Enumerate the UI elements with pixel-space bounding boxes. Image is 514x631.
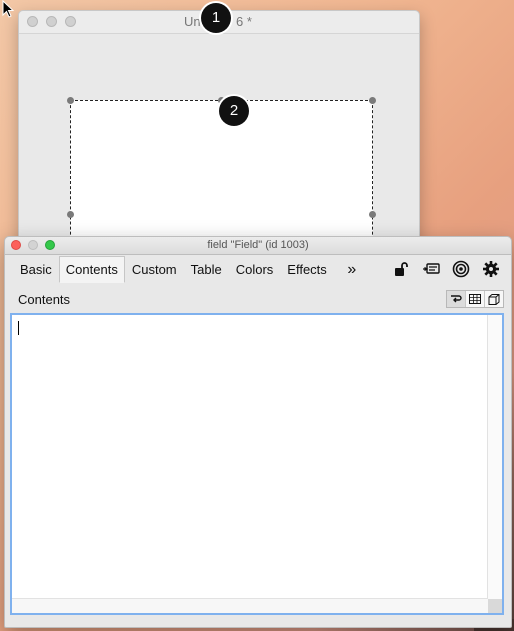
tab-table[interactable]: Table xyxy=(184,256,229,283)
inspector-toolbar xyxy=(391,258,501,280)
lock-icon[interactable] xyxy=(391,259,411,279)
resize-corner[interactable] xyxy=(488,599,502,613)
window-controls xyxy=(27,16,76,27)
tab-contents[interactable]: Contents xyxy=(58,256,125,283)
editor-mode-buttons xyxy=(446,290,504,308)
tab-custom[interactable]: Custom xyxy=(125,256,184,283)
more-tabs-button[interactable]: » xyxy=(334,256,370,283)
table-view-button[interactable] xyxy=(466,291,485,307)
object-view-button[interactable] xyxy=(485,291,503,307)
stack-window-title-suffix: 6 * xyxy=(236,14,252,29)
contents-section-label: Contents xyxy=(18,292,71,307)
inspector-tabs: Basic Contents Custom Table Colors Effec… xyxy=(13,256,370,283)
stack-window: Un 6 * xyxy=(18,10,420,260)
wrap-icon xyxy=(451,295,462,303)
inspector-titlebar[interactable]: field "Field" (id 1003) xyxy=(5,237,511,255)
text-cursor xyxy=(18,321,19,335)
message-icon[interactable] xyxy=(421,259,441,279)
inspector-title: field "Field" (id 1003) xyxy=(207,239,309,251)
close-button[interactable] xyxy=(11,240,21,250)
target-icon[interactable] xyxy=(451,259,471,279)
minimize-button[interactable] xyxy=(46,16,57,27)
tab-basic[interactable]: Basic xyxy=(13,256,59,283)
annotation-badge-1: 1 xyxy=(201,3,231,33)
contents-editor[interactable] xyxy=(10,313,504,615)
zoom-button[interactable] xyxy=(45,240,55,250)
mouse-pointer-icon xyxy=(2,0,15,18)
gear-icon[interactable] xyxy=(481,259,501,279)
zoom-button[interactable] xyxy=(65,16,76,27)
property-inspector-window: field "Field" (id 1003) Basic Contents C… xyxy=(4,236,512,628)
tab-colors[interactable]: Colors xyxy=(229,256,281,283)
horizontal-scrollbar[interactable] xyxy=(12,598,488,613)
resize-handle-middle-left[interactable] xyxy=(67,211,74,218)
close-button[interactable] xyxy=(27,16,38,27)
tab-effects[interactable]: Effects xyxy=(280,256,334,283)
vertical-scrollbar[interactable] xyxy=(487,315,502,599)
cube-icon xyxy=(488,293,500,305)
minimize-button[interactable] xyxy=(28,240,38,250)
stack-window-title: Un xyxy=(184,14,201,29)
window-controls xyxy=(11,240,55,250)
resize-handle-top-right[interactable] xyxy=(369,97,376,104)
annotation-badge-2: 2 xyxy=(219,96,249,126)
wrap-text-button[interactable] xyxy=(447,291,466,307)
resize-handle-middle-right[interactable] xyxy=(369,211,376,218)
table-icon xyxy=(469,294,481,304)
resize-handle-top-left[interactable] xyxy=(67,97,74,104)
